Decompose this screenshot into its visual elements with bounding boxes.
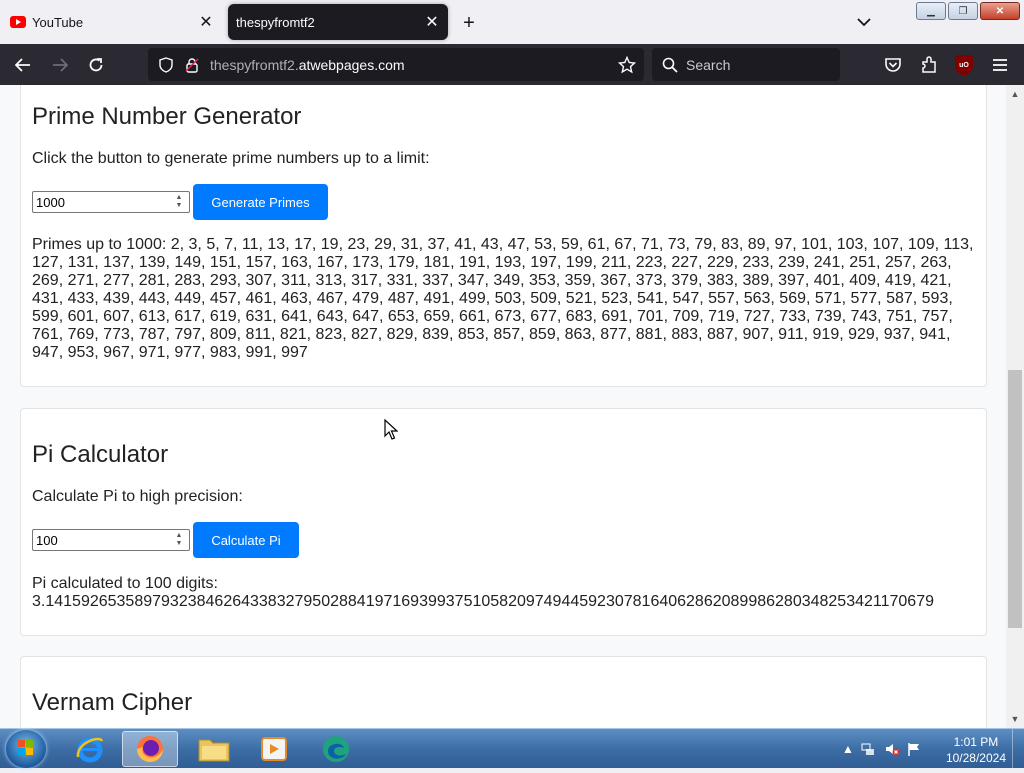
clock[interactable]: 1:01 PM 10/28/2024: [946, 734, 1006, 766]
reload-icon: [89, 58, 103, 72]
network-icon[interactable]: [860, 741, 876, 757]
arrow-left-icon: [15, 58, 30, 72]
edge-icon: [323, 736, 349, 762]
vernam-title: Vernam Cipher: [32, 689, 193, 716]
browser-tab-bar: YouTube ✕ thespyfromtf2 ✕ + ▁ ❐ ✕: [0, 0, 1024, 44]
windows-logo-icon: [18, 740, 33, 755]
restore-button[interactable]: ❐: [948, 2, 978, 20]
extensions-icon[interactable]: [919, 55, 939, 75]
pocket-icon[interactable]: [883, 55, 903, 75]
arrow-right-icon: [53, 58, 68, 72]
taskbar-edge[interactable]: [308, 731, 364, 767]
new-tab-button[interactable]: +: [456, 10, 482, 36]
taskbar-media-player[interactable]: [246, 731, 302, 767]
scroll-down-arrow[interactable]: ▼: [1008, 712, 1022, 726]
clock-date: 10/28/2024: [945, 751, 1006, 765]
pi-result-value: 3.14159265358979323846264338327950288419…: [32, 593, 934, 610]
url-text: thespyfromtf2.atwebpages.com: [210, 56, 405, 73]
volume-muted-icon[interactable]: [884, 741, 900, 757]
calculate-pi-button[interactable]: Calculate Pi: [193, 522, 299, 558]
mouse-cursor-icon: [384, 419, 398, 440]
minimize-button[interactable]: ▁: [916, 2, 946, 20]
search-icon: [662, 57, 678, 73]
navigation-toolbar: thespyfromtf2.atwebpages.com Search uO: [0, 44, 1024, 85]
pi-title: Pi Calculator: [32, 441, 169, 468]
pi-digits-input[interactable]: 100 ▲ ▼: [32, 529, 190, 551]
scroll-up-arrow[interactable]: ▲: [1008, 87, 1022, 101]
menu-hamburger-icon[interactable]: [990, 55, 1010, 75]
bookmark-star-icon[interactable]: [618, 56, 636, 74]
taskbar-firefox[interactable]: [122, 731, 178, 767]
prime-title: Prime Number Generator: [32, 103, 302, 130]
pi-result-label: Pi calculated to 100 digits:: [32, 575, 218, 592]
pi-digits-value: 100: [36, 532, 58, 548]
internet-explorer-icon: [76, 737, 104, 763]
search-box[interactable]: Search: [652, 48, 840, 81]
pi-description: Calculate Pi to high precision:: [32, 488, 243, 505]
prime-limit-input[interactable]: 1000 ▲ ▼: [32, 191, 190, 213]
page-viewport: Prime Number Generator Click the button …: [0, 85, 1024, 728]
windows-taskbar: ▲ 1:01 PM 10/28/2024: [0, 728, 1024, 769]
lock-icon[interactable]: [184, 57, 200, 73]
prime-generator-card: Prime Number Generator Click the button …: [20, 85, 987, 387]
close-tab-icon[interactable]: ✕: [194, 10, 218, 34]
address-bar[interactable]: thespyfromtf2.atwebpages.com: [148, 48, 644, 81]
prime-result: Primes up to 1000: 2, 3, 5, 7, 11, 13, 1…: [32, 236, 974, 361]
prime-limit-value: 1000: [36, 194, 65, 210]
back-button[interactable]: [10, 52, 36, 78]
pi-calculator-card: Pi Calculator Calculate Pi to high preci…: [20, 408, 987, 636]
taskbar-internet-explorer[interactable]: [62, 731, 118, 767]
search-placeholder: Search: [686, 56, 731, 73]
tab-youtube[interactable]: YouTube ✕: [0, 4, 222, 40]
scrollbar-thumb[interactable]: [1008, 370, 1022, 628]
chevron-down-icon: [857, 17, 871, 26]
tab-title: thespyfromtf2: [236, 14, 315, 30]
window-controls: ▁ ❐ ✕: [916, 2, 1020, 20]
list-all-tabs-button[interactable]: [852, 12, 876, 32]
firefox-icon: [137, 736, 163, 762]
youtube-icon: [10, 16, 26, 28]
prime-description: Click the button to generate prime numbe…: [32, 150, 430, 167]
vernam-cipher-card: Vernam Cipher: [20, 656, 987, 728]
forward-button[interactable]: [47, 52, 73, 78]
tab-title: YouTube: [32, 14, 84, 30]
system-tray: ▲ 1:01 PM 10/28/2024: [834, 729, 1024, 769]
action-center-flag-icon[interactable]: [906, 741, 922, 757]
close-window-button[interactable]: ✕: [980, 2, 1020, 20]
ublock-origin-icon[interactable]: uO: [955, 55, 973, 75]
show-desktop-button[interactable]: [1012, 729, 1024, 769]
reload-button[interactable]: [83, 52, 109, 78]
shield-icon[interactable]: [158, 56, 174, 73]
media-player-icon: [261, 737, 287, 761]
clock-time: 1:01 PM: [953, 735, 999, 749]
close-tab-icon[interactable]: ✕: [420, 10, 444, 34]
number-spinner[interactable]: ▲ ▼: [170, 531, 188, 549]
taskbar-file-explorer[interactable]: [186, 731, 242, 767]
generate-primes-button[interactable]: Generate Primes: [193, 184, 328, 220]
show-hidden-icons-arrow-icon[interactable]: ▲: [840, 741, 856, 757]
folder-icon: [198, 739, 230, 762]
number-spinner[interactable]: ▲ ▼: [170, 193, 188, 211]
tab-thespyfromtf2[interactable]: thespyfromtf2 ✕: [228, 4, 448, 40]
start-button[interactable]: [6, 730, 46, 768]
